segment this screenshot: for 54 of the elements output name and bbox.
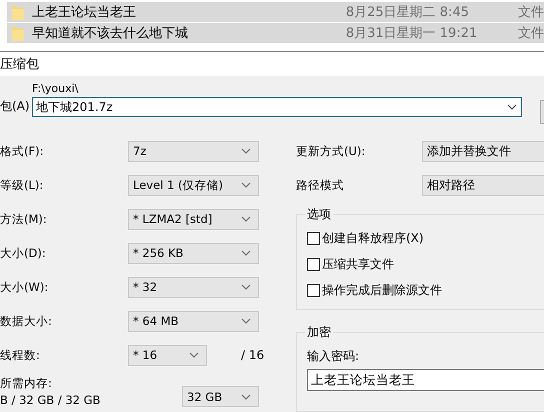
dropdown[interactable]: 添加并替换文件	[422, 140, 544, 162]
field-label: 路径模式	[296, 178, 345, 192]
dropdown[interactable]: * 256 KB	[128, 242, 259, 264]
memory-detail: B / 32 GB / 32 GB	[0, 393, 100, 407]
chevron-icon	[241, 394, 251, 400]
checkbox[interactable]	[307, 258, 320, 270]
file-date: 8月31日星期一 19:21	[346, 25, 478, 42]
file-name: 上老王论坛当老王	[32, 4, 137, 21]
file-type: 文件	[518, 25, 544, 42]
checkbox-option[interactable]: 创建自释放程序(X)	[307, 229, 544, 247]
folder-icon	[12, 4, 24, 20]
file-type: 文件	[518, 4, 544, 21]
field-label: 大小(W):	[0, 280, 50, 294]
chevron-icon	[241, 250, 251, 256]
checkbox-option[interactable]: 压缩共享文件	[307, 255, 544, 273]
checkbox-option[interactable]: 操作完成后删除源文件	[307, 281, 544, 299]
password-label: 输入密码:	[307, 348, 360, 365]
chevron-icon	[241, 318, 251, 324]
file-date: 8月25日星期二 8:45	[346, 4, 470, 21]
chevron-icon	[241, 216, 251, 222]
chevron-icon	[507, 104, 517, 110]
field-label: 格式(F):	[0, 144, 44, 158]
field-label: 更新方式(U):	[296, 144, 366, 158]
dropdown[interactable]: 相对路径	[422, 174, 544, 196]
field-label: 数据大小:	[0, 314, 53, 328]
file-name: 早知道就不该去什么地下城	[32, 25, 189, 42]
chevron-icon	[241, 182, 251, 188]
thread-max: / 16	[241, 348, 264, 362]
chevron-icon	[189, 352, 199, 358]
file-row[interactable]: 上老王论坛当老王 8月25日星期二 8:45 文件	[7, 2, 544, 22]
dropdown[interactable]: 32 GB	[182, 386, 259, 407]
file-row[interactable]: 早知道就不该去什么地下城 8月31日星期一 19:21 文件	[7, 23, 544, 43]
group-title: 选项	[305, 206, 333, 223]
password-field[interactable]: 上老王论坛当老王	[307, 369, 544, 391]
dropdown[interactable]: * 32	[128, 276, 259, 298]
field-label: 方法(M):	[0, 212, 48, 226]
dropdown[interactable]: 7z	[128, 140, 259, 162]
folder-icon	[12, 25, 24, 41]
field-label: 线程数:	[0, 348, 41, 362]
chevron-icon	[241, 148, 251, 154]
field-label: 等级(L):	[0, 178, 44, 192]
checkbox[interactable]	[307, 284, 320, 296]
checkbox[interactable]	[307, 232, 320, 244]
dropdown[interactable]: * LZMA2 [std]	[128, 208, 259, 230]
field-label: 大小(D):	[0, 246, 47, 260]
dropdown[interactable]: Level 1 (仅存储)	[128, 174, 259, 196]
dialog-title: 压缩包	[0, 56, 39, 73]
dropdown[interactable]: * 16	[128, 344, 207, 366]
chevron-icon	[241, 284, 251, 290]
archive-name-combobox[interactable]: 地下城201.7z	[32, 97, 522, 117]
field-label: 所需内存:	[0, 376, 53, 391]
archive-label: 包(A)	[0, 98, 31, 115]
dropdown[interactable]: * 64 MB	[128, 310, 259, 332]
archive-path: F:\youxi\	[32, 82, 80, 95]
